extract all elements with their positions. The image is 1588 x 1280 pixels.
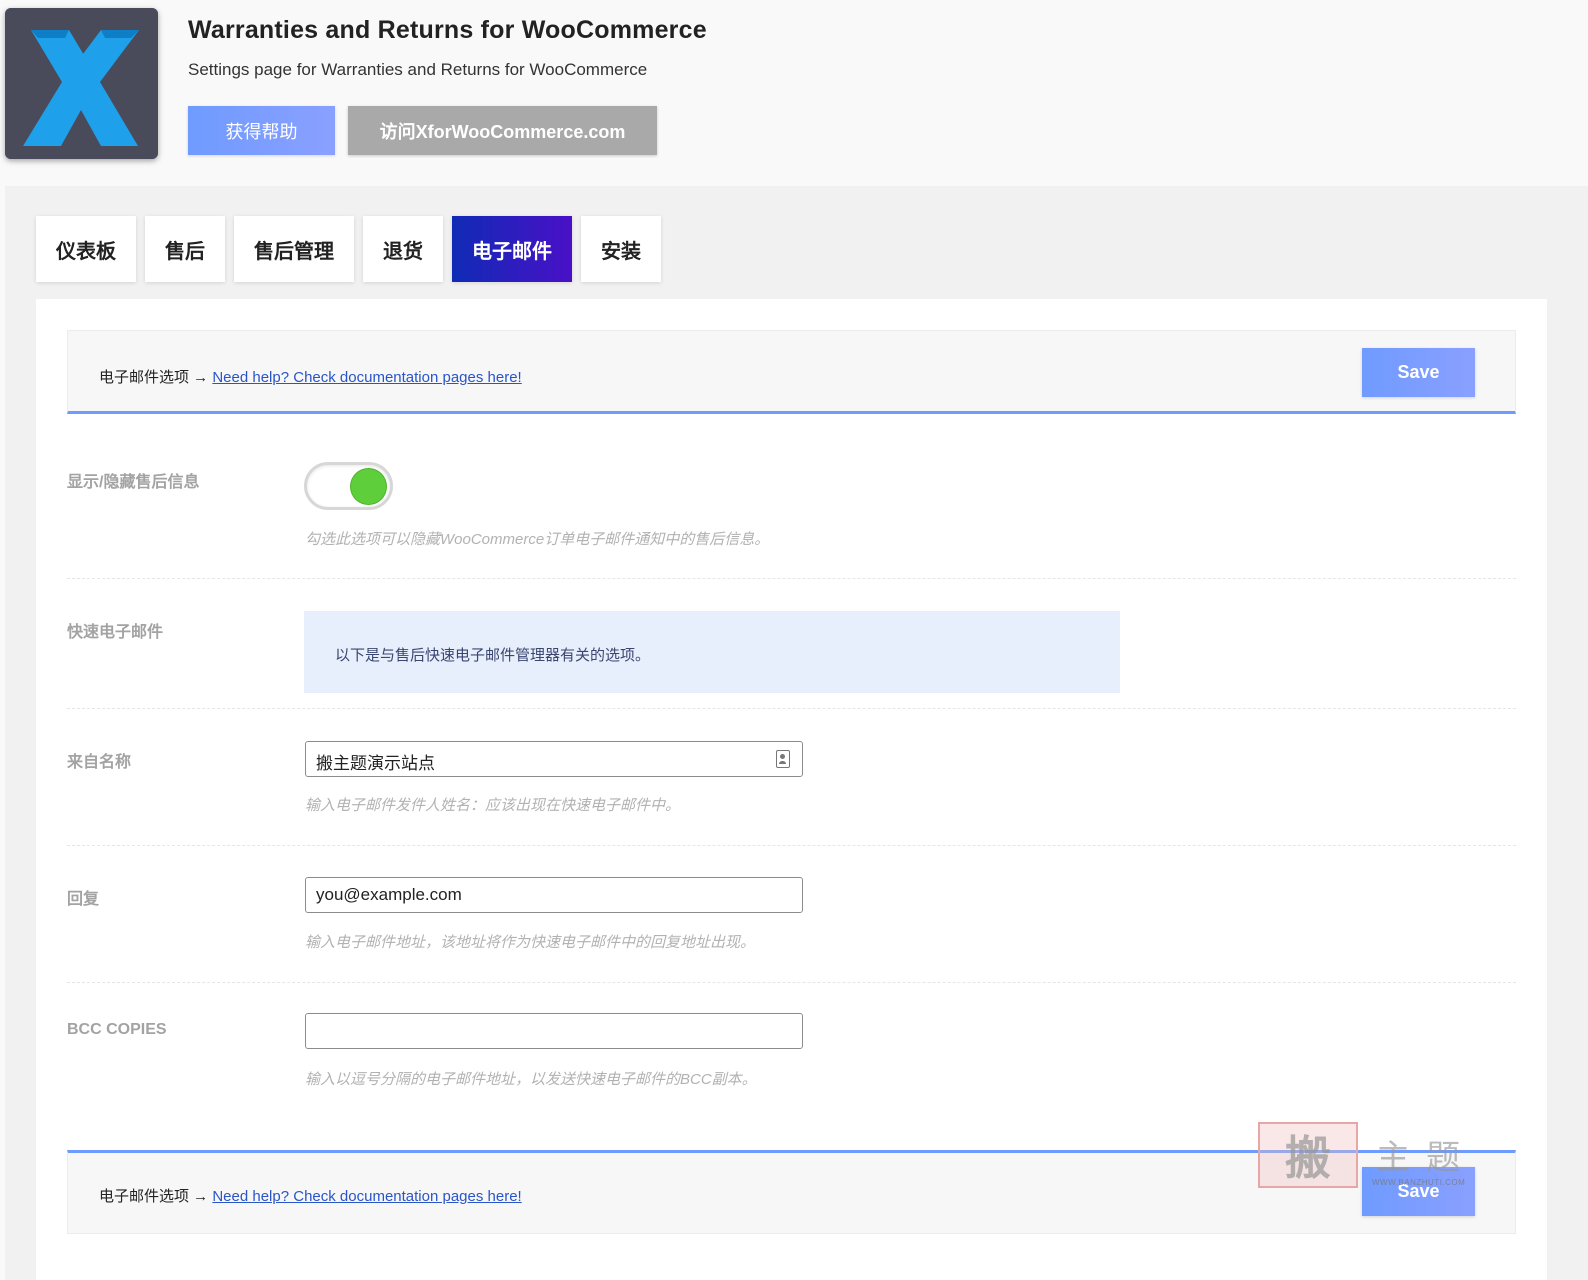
watermark: 搬 主题 WWW.BANZHUTI.COM (1258, 1122, 1488, 1194)
row-divider (67, 845, 1516, 846)
section-header-bar: 电子邮件选项 → Need help? Check documentation … (67, 330, 1516, 414)
contact-card-icon[interactable] (776, 750, 790, 768)
reply-to-input[interactable]: you@example.com (305, 877, 803, 913)
documentation-link[interactable]: Need help? Check documentation pages her… (212, 369, 521, 386)
tab-installation[interactable]: 安装 (581, 216, 661, 282)
bcc-copies-description: 输入以逗号分隔的电子邮件地址，以发送快速电子邮件的BCC副本。 (305, 1071, 757, 1088)
show-hide-toggle[interactable] (304, 462, 393, 510)
tab-warranty-manager[interactable]: 售后管理 (234, 216, 354, 282)
reply-to-value: you@example.com (316, 885, 462, 904)
quick-email-notice: 以下是与售后快速电子邮件管理器有关的选项。 (304, 611, 1120, 693)
app-subtitle: Settings page for Warranties and Returns… (188, 60, 648, 79)
row-divider (67, 982, 1516, 983)
documentation-link[interactable]: Need help? Check documentation pages her… (212, 1188, 521, 1205)
quick-email-label: 快速电子邮件 (67, 624, 164, 641)
tab-returns[interactable]: 退货 (363, 216, 443, 282)
get-help-button[interactable]: 获得帮助 (188, 106, 335, 155)
watermark-text: 主题 (1376, 1138, 1476, 1178)
show-hide-description: 勾选此选项可以隐藏WooCommerce订单电子邮件通知中的售后信息。 (305, 531, 770, 548)
reply-to-description: 输入电子邮件地址，该地址将作为快速电子邮件中的回复地址出现。 (305, 934, 756, 951)
settings-tabs: 仪表板 售后 售后管理 退货 电子邮件 安装 (36, 216, 661, 282)
show-hide-label: 显示/隐藏售后信息 (67, 474, 200, 491)
section-breadcrumb: 电子邮件选项 → Need help? Check documentation … (99, 366, 522, 387)
section-title: 电子邮件选项 → (99, 1188, 209, 1205)
row-divider (67, 578, 1516, 579)
tab-dashboard[interactable]: 仪表板 (36, 216, 136, 282)
from-name-label: 来自名称 (67, 754, 132, 771)
visit-site-button[interactable]: 访问XforWooCommerce.com (348, 106, 657, 155)
plugin-header: Warranties and Returns for WooCommerce S… (0, 0, 1588, 186)
tab-warranty[interactable]: 售后 (145, 216, 225, 282)
x-logo-graphic (5, 8, 158, 159)
toggle-knob (351, 469, 386, 504)
bcc-copies-label: BCC COPIES (67, 1021, 167, 1038)
x-logo-icon (5, 8, 158, 159)
tab-email[interactable]: 电子邮件 (452, 216, 572, 282)
row-divider (67, 708, 1516, 709)
bcc-copies-input[interactable] (305, 1013, 803, 1049)
watermark-url: WWW.BANZHUTI.COM (1372, 1178, 1466, 1187)
from-name-value: 搬主题演示站点 (316, 754, 435, 773)
section-title: 电子邮件选项 → (99, 369, 209, 386)
watermark-seal: 搬 (1258, 1122, 1358, 1188)
from-name-input[interactable]: 搬主题演示站点 (305, 741, 803, 777)
section-breadcrumb: 电子邮件选项 → Need help? Check documentation … (99, 1185, 522, 1206)
from-name-description: 输入电子邮件发件人姓名：应该出现在快速电子邮件中。 (305, 797, 681, 814)
app-title: Warranties and Returns for WooCommerce (188, 16, 707, 44)
save-button[interactable]: Save (1362, 348, 1475, 397)
quick-email-notice-text: 以下是与售后快速电子邮件管理器有关的选项。 (335, 647, 651, 664)
reply-to-label: 回复 (67, 891, 100, 908)
